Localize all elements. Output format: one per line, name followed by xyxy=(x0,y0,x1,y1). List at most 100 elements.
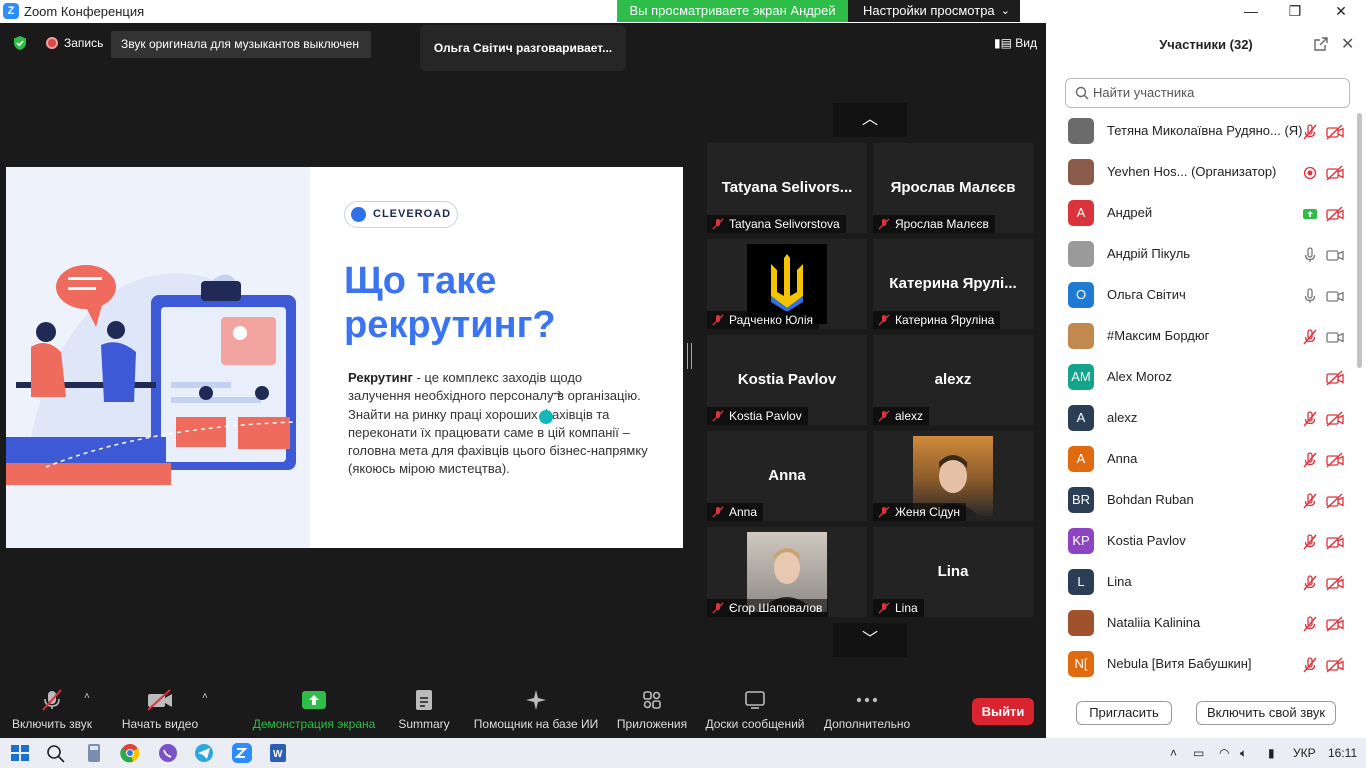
maximize-button[interactable]: ❐ xyxy=(1272,0,1318,22)
video-tile[interactable]: Єгор Шаповалов xyxy=(707,527,867,617)
view-button[interactable]: ▮▤ Вид xyxy=(994,36,1037,50)
active-speaker-notice: Ольга Світич разговаривает... xyxy=(420,25,626,71)
more-dots-icon xyxy=(820,685,914,715)
leave-meeting-button[interactable]: Выйти xyxy=(972,698,1034,725)
close-window-button[interactable]: ✕ xyxy=(1318,0,1364,22)
shared-screen-slide: CLEVEROAD Що таке рекрутинг? Рекрутинг -… xyxy=(6,167,683,548)
recording-indicator[interactable]: Запись xyxy=(46,36,103,50)
telegram-icon[interactable] xyxy=(192,742,216,764)
windows-start-icon[interactable] xyxy=(8,742,32,764)
more-button[interactable]: Дополнительно xyxy=(820,685,914,738)
participant-avatar: A xyxy=(1068,405,1094,431)
participant-name: Тетяна Миколаївна Рудяно... (Я) xyxy=(1107,123,1303,138)
participant-name: Андрей xyxy=(1107,205,1153,220)
close-panel-icon[interactable]: ✕ xyxy=(1341,34,1354,54)
video-tile[interactable]: Anna Anna xyxy=(707,431,867,521)
invite-button[interactable]: Пригласить xyxy=(1076,701,1172,725)
participant-name: Bohdan Ruban xyxy=(1107,492,1194,507)
word-icon[interactable]: W xyxy=(266,742,290,764)
video-tile[interactable]: Катерина Ярулі... Катерина Яруліна xyxy=(873,239,1033,329)
participant-row[interactable]: L Lina xyxy=(1046,562,1356,603)
participant-row[interactable]: BR Bohdan Ruban xyxy=(1046,480,1356,521)
participant-row[interactable]: A Anna xyxy=(1046,439,1356,480)
whiteboards-button[interactable]: Доски сообщений xyxy=(702,685,808,738)
mic-muted-icon xyxy=(878,314,890,326)
participant-row[interactable]: #Максим Бордюг xyxy=(1046,316,1356,357)
logo-text: CLEVEROAD xyxy=(373,208,452,220)
search-placeholder: Найти участника xyxy=(1093,85,1195,100)
grid-view-icon: ▮▤ xyxy=(994,36,1012,50)
ai-assistant-button[interactable]: Помощник на базе ИИ xyxy=(470,685,602,738)
mic-muted-icon xyxy=(8,685,96,715)
video-off-icon xyxy=(1326,534,1344,550)
participant-row[interactable]: Андрій Пікуль xyxy=(1046,234,1356,275)
summary-button[interactable]: Summary xyxy=(392,685,456,738)
cleveroad-logo: CLEVEROAD xyxy=(344,201,458,228)
video-tile[interactable]: Tatyana Selivors... Tatyana Selivorstova xyxy=(707,143,867,233)
volume-icon[interactable]: 🔈︎ xyxy=(1240,746,1247,761)
participant-list-scrollbar[interactable] xyxy=(1357,113,1362,368)
participant-row[interactable]: AM Alex Moroz xyxy=(1046,357,1356,398)
slide-body-term: Рекрутинг xyxy=(348,370,413,385)
wifi-icon[interactable]: ◠ xyxy=(1219,746,1229,760)
view-settings-dropdown[interactable]: Настройки просмотра ⌄ xyxy=(848,0,1020,22)
window-title: Zoom Конференция xyxy=(24,4,145,19)
participant-search-input[interactable]: Найти участника xyxy=(1065,78,1350,108)
chrome-icon[interactable] xyxy=(118,742,142,764)
video-tile[interactable]: Радченко Юлія xyxy=(707,239,867,329)
recruiting-illustration-icon xyxy=(6,265,297,485)
gallery-prev-button[interactable]: ︿ xyxy=(833,103,907,137)
battery-icon[interactable]: ▭ xyxy=(1193,746,1204,760)
tile-label: Tatyana Selivorstova xyxy=(707,215,846,233)
whiteboards-label: Доски сообщений xyxy=(705,717,805,731)
tile-label: Катерина Яруліна xyxy=(873,311,1001,329)
video-tile[interactable]: Ярослав Малєєв Ярослав Малєєв xyxy=(873,143,1033,233)
chevron-up-icon[interactable]: ˄ xyxy=(1170,746,1177,760)
share-screen-button[interactable]: Демонстрация экрана xyxy=(250,685,378,738)
record-dot-icon xyxy=(46,37,58,49)
participant-row[interactable]: А Андрей xyxy=(1046,193,1356,234)
video-tile[interactable]: alexz alexz xyxy=(873,335,1033,425)
tile-name-large: Ярослав Малєєв xyxy=(890,179,1016,196)
unmute-self-button[interactable]: Включить свой звук xyxy=(1196,701,1336,725)
video-tile[interactable]: Женя Сідун xyxy=(873,431,1033,521)
summary-label: Summary xyxy=(398,717,450,731)
tile-name-large: Kostia Pavlov xyxy=(737,371,837,388)
sparkle-icon xyxy=(470,685,602,715)
minimize-button[interactable]: — xyxy=(1228,0,1274,22)
participant-avatar: BR xyxy=(1068,487,1094,513)
video-tile[interactable]: Kostia Pavlov Kostia Pavlov xyxy=(707,335,867,425)
calculator-icon[interactable] xyxy=(82,742,106,764)
video-tile[interactable]: Lina Lina xyxy=(873,527,1033,617)
apps-button[interactable]: Приложения xyxy=(612,685,692,738)
participant-name: Андрій Пікуль xyxy=(1107,246,1191,261)
mic-muted-icon xyxy=(1302,493,1318,509)
participant-row[interactable]: О Ольга Світич xyxy=(1046,275,1356,316)
viber-icon[interactable] xyxy=(156,742,180,764)
unmute-button[interactable]: Включить звук ˄ xyxy=(8,685,96,738)
participant-avatar xyxy=(1068,610,1094,636)
participant-row[interactable]: N[Nebula [Витя Бабушкин] xyxy=(1046,644,1356,681)
popout-icon[interactable] xyxy=(1314,37,1328,51)
participant-row[interactable]: Nataliia Kalinina xyxy=(1046,603,1356,644)
meeting-toolbar: Включить звук ˄ Начать видео ˄ Демонстра… xyxy=(0,685,1046,738)
keyboard-language[interactable]: УКР xyxy=(1293,746,1316,760)
participant-row[interactable]: Тетяна Миколаївна Рудяно... (Я) xyxy=(1046,111,1356,152)
chevron-up-icon[interactable]: ˄ xyxy=(202,691,208,702)
split-resize-handle[interactable] xyxy=(687,343,692,369)
start-video-button[interactable]: Начать видео ˄ xyxy=(118,685,208,738)
microphone-icon[interactable]: ▮ xyxy=(1268,746,1275,760)
participant-row[interactable]: KP Kostia Pavlov xyxy=(1046,521,1356,562)
shield-icon[interactable] xyxy=(12,35,28,51)
participant-name: #Максим Бордюг xyxy=(1107,328,1210,343)
original-sound-status: Звук оригинала для музыкантов выключен xyxy=(111,31,371,58)
search-icon[interactable] xyxy=(44,742,68,764)
chevron-up-icon[interactable]: ˄ xyxy=(84,691,90,702)
video-off-icon xyxy=(118,685,202,715)
participant-row[interactable]: Yevhen Hos... (Организатор) xyxy=(1046,152,1356,193)
zoom-taskbar-icon[interactable] xyxy=(230,742,254,764)
participant-name: Lina xyxy=(1107,574,1132,589)
participant-row[interactable]: Aalexz xyxy=(1046,398,1356,439)
clock-time[interactable]: 16:11 xyxy=(1328,746,1357,760)
gallery-next-button[interactable]: ﹀ xyxy=(833,623,907,657)
